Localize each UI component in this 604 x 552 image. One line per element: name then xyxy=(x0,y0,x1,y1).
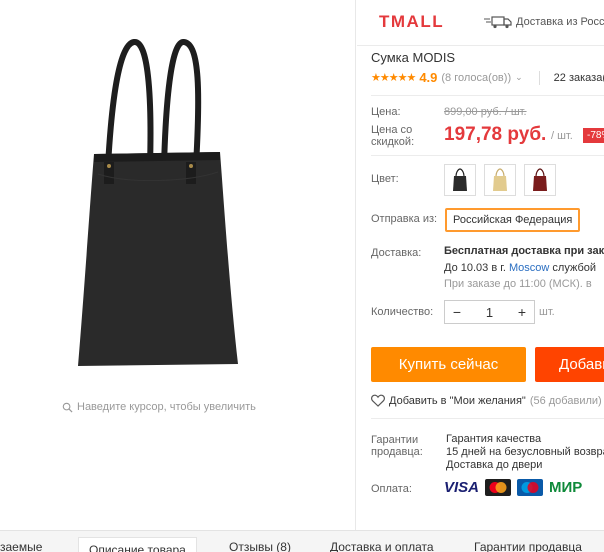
shipping-origin[interactable]: Доставка из Росси xyxy=(484,15,604,29)
price-label: Цена: xyxy=(371,106,401,118)
bag-thumbnail-icon xyxy=(453,168,467,191)
heart-icon xyxy=(371,394,385,407)
buy-now-button[interactable]: Купить сейчас xyxy=(371,347,526,382)
truck-icon xyxy=(484,16,512,29)
rating-value: 4.9 xyxy=(419,70,438,85)
rating-row: ★★★★★ 4.9 (8 голоса(ов)) ⌄ 22 заказа(о xyxy=(371,70,604,85)
visa-logo: VISA xyxy=(444,479,480,496)
wishlist-label: Добавить в "Мои желания" xyxy=(389,394,526,407)
bag-thumbnail-icon xyxy=(493,168,507,191)
ship-from-option[interactable]: Российская Федерация xyxy=(445,208,581,232)
divider xyxy=(371,95,604,96)
product-image[interactable] xyxy=(68,34,246,368)
delivery-date-suffix: службой xyxy=(549,262,597,274)
delivery-note: При заказе до 11:00 (МСК). в xyxy=(444,278,592,290)
tab-guarantees[interactable]: Гарантии продавца xyxy=(474,540,582,552)
color-swatch-beige[interactable] xyxy=(484,164,516,196)
delivery-label: Доставка: xyxy=(371,247,422,259)
product-title: Сумка MODIS xyxy=(371,50,456,65)
color-swatch-burgundy[interactable] xyxy=(524,164,556,196)
tab-reviews[interactable]: Отзывы (8) xyxy=(229,540,291,552)
product-gallery: Наведите курсор, чтобы увеличить xyxy=(0,0,356,530)
delivery-title: Бесплатная доставка при зак xyxy=(444,245,604,257)
quantity-unit: шт. xyxy=(539,306,555,318)
color-label: Цвет: xyxy=(371,173,399,185)
guarantees-list: Гарантия качества 15 дней на безусловный… xyxy=(446,433,604,472)
quantity-label: Количество: xyxy=(371,306,434,318)
orders-count: 22 заказа(о xyxy=(553,71,604,84)
magnifier-icon xyxy=(62,402,73,413)
discount-badge: -78% xyxy=(583,128,604,143)
color-swatches xyxy=(444,164,556,196)
wishlist-count: (56 добавили) xyxy=(529,394,602,407)
delivery-date-prefix: До 10.03 в г. xyxy=(444,262,510,274)
tab-viewed[interactable]: заемые xyxy=(0,540,42,552)
sale-price-label: Цена со скидкой: xyxy=(371,124,415,148)
add-to-wishlist[interactable]: Добавить в "Мои желания" (56 добавили) xyxy=(371,394,602,407)
color-swatch-black[interactable] xyxy=(444,164,476,196)
stars-icon: ★★★★★ xyxy=(371,72,416,84)
divider xyxy=(371,155,604,156)
guarantees-label: Гарантии продавца: xyxy=(371,434,423,458)
ship-from-label: Отправка из: xyxy=(371,213,438,225)
quantity-stepper: − 1 + xyxy=(444,300,535,324)
tab-delivery[interactable]: Доставка и оплата xyxy=(330,540,434,552)
zoom-hint: Наведите курсор, чтобы увеличить xyxy=(62,401,256,413)
guarantee-item: Гарантия качества xyxy=(446,433,542,445)
tab-description[interactable]: Описание товара xyxy=(78,537,197,552)
payment-methods: VISA МИР xyxy=(444,479,582,496)
bag-thumbnail-icon xyxy=(533,168,547,191)
quantity-minus-button[interactable]: − xyxy=(445,304,469,320)
maestro-icon xyxy=(517,479,544,496)
shipping-origin-text: Доставка из Росси xyxy=(516,16,604,28)
add-to-cart-button[interactable]: Добавь xyxy=(535,347,604,382)
quantity-input[interactable]: 1 xyxy=(469,305,510,320)
old-price: 899,00 руб. / шт. xyxy=(444,106,527,118)
per-unit: / шт. xyxy=(551,130,573,142)
divider xyxy=(371,418,604,419)
delivery-date: До 10.03 в г. Moscow службой xyxy=(444,262,596,274)
store-header: TMALL Доставка из Росси xyxy=(357,0,604,46)
guarantee-item: 15 дней на безусловный возвра xyxy=(446,446,604,458)
sale-price: 197,78 руб. xyxy=(444,124,547,145)
mir-logo: МИР xyxy=(549,479,583,496)
product-tabs: заемые Описание товара Отзывы (8) Достав… xyxy=(0,530,604,552)
product-info-panel: TMALL Доставка из Росси Сумка MODIS ★★★★… xyxy=(357,0,604,530)
divider xyxy=(538,70,540,85)
zoom-hint-text: Наведите курсор, чтобы увеличить xyxy=(77,401,256,413)
payment-label: Оплата: xyxy=(371,483,412,495)
guarantee-item: Доставка до двери xyxy=(446,459,543,471)
mastercard-icon xyxy=(485,479,512,496)
delivery-city-link[interactable]: Moscow xyxy=(509,262,549,274)
quantity-plus-button[interactable]: + xyxy=(510,304,534,320)
tmall-logo[interactable]: TMALL xyxy=(379,12,444,32)
chevron-down-icon[interactable]: ⌄ xyxy=(515,72,523,83)
votes-count[interactable]: (8 голоса(ов)) xyxy=(441,72,511,84)
